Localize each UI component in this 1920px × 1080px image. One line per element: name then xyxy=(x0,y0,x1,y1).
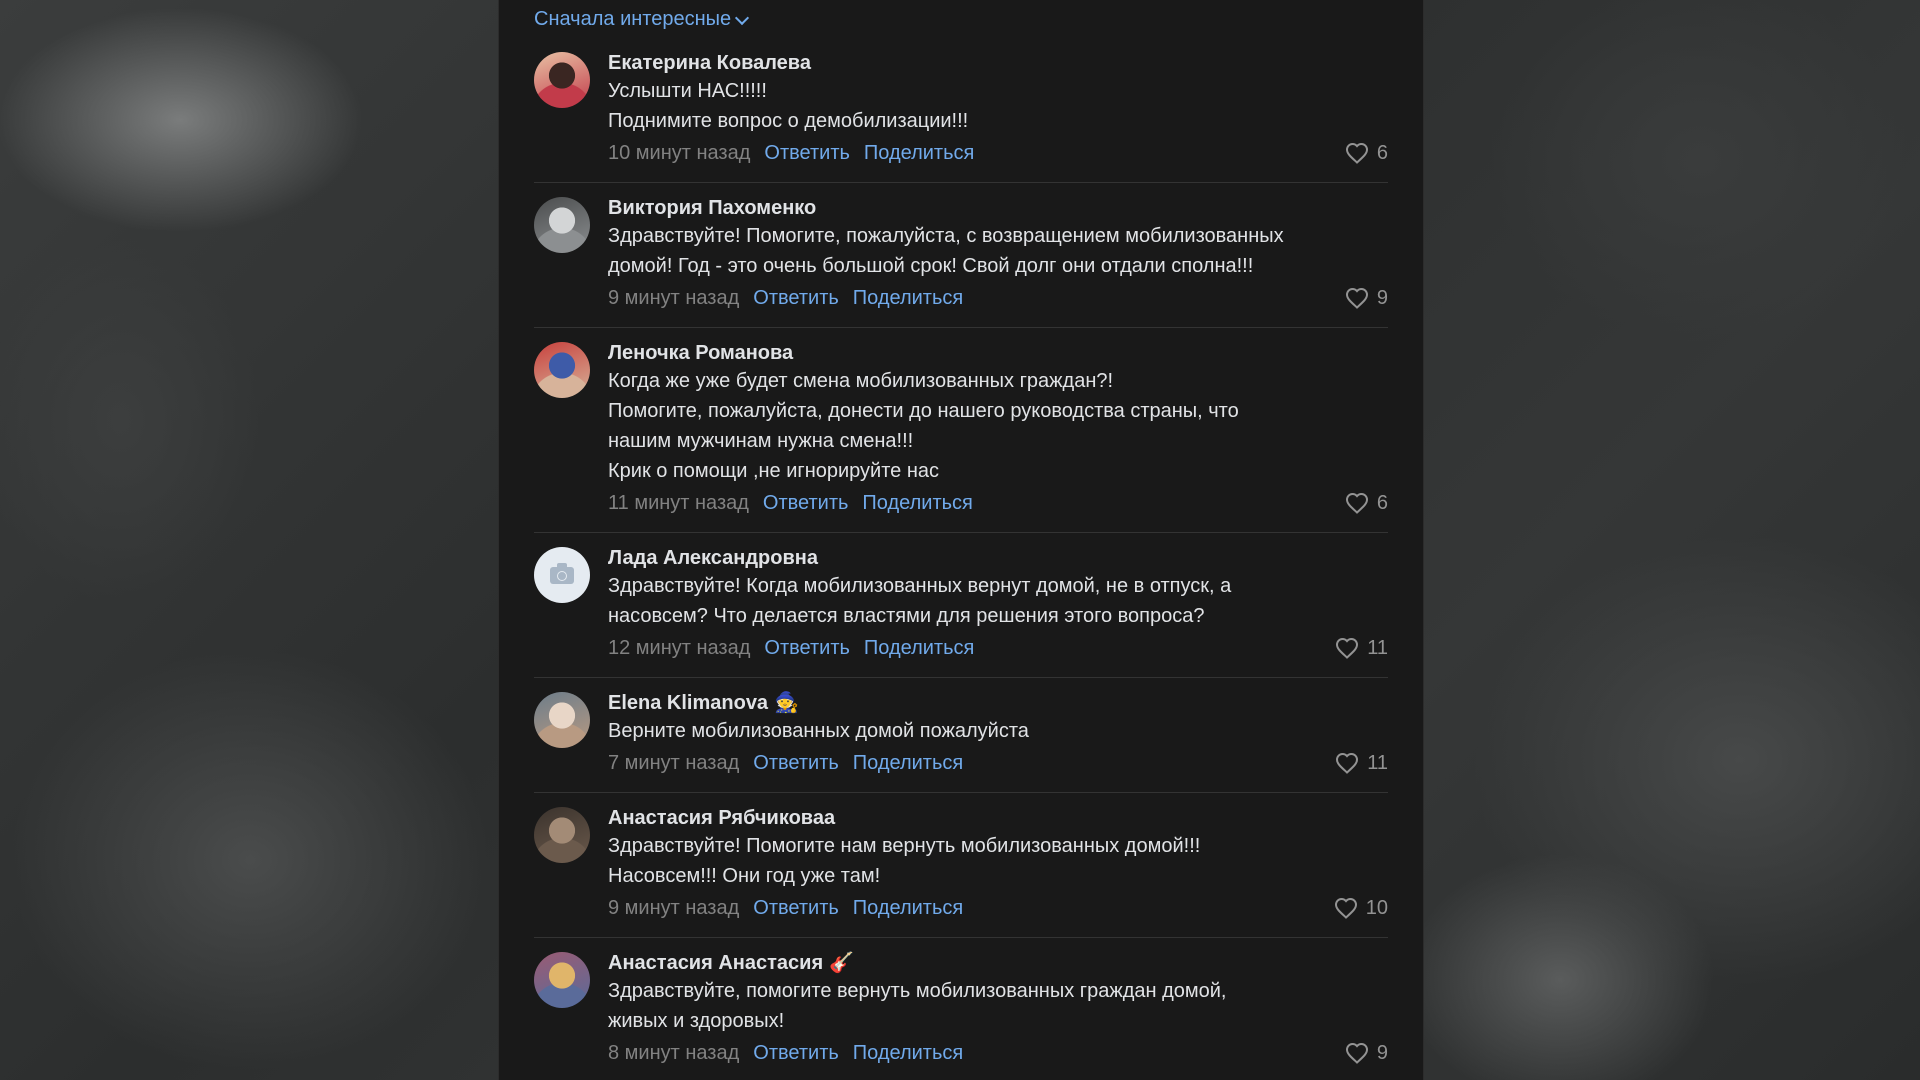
comment-text: Когда же уже будет смена мобилизованных … xyxy=(608,370,1239,482)
heart-icon xyxy=(1336,637,1359,659)
author-name[interactable]: Виктория Пахоменко xyxy=(608,195,816,221)
sort-dropdown[interactable]: Сначала интересные xyxy=(534,8,750,31)
avatar[interactable] xyxy=(534,197,590,253)
like-count: 6 xyxy=(1376,142,1388,164)
reply-link[interactable]: Ответить xyxy=(753,748,839,778)
author-name[interactable]: Анастасия Рябчиковаа xyxy=(608,805,835,831)
comment-item: Анастасия Рябчиковаа Здравствуйте! Помог… xyxy=(534,805,1388,938)
comment-text: Верните мобилизованных домой пожалуйста xyxy=(608,720,1029,742)
comment-meta: 7 минут назад Ответить Поделиться 11 xyxy=(608,748,1388,778)
comment-body: Анастасия Рябчиковаа Здравствуйте! Помог… xyxy=(608,805,1388,923)
comment-item: Лада Александровна Здравствуйте! Когда м… xyxy=(534,545,1388,678)
like-count: 10 xyxy=(1365,897,1388,919)
comment-time[interactable]: 7 минут назад xyxy=(608,748,739,778)
heart-icon xyxy=(1334,897,1357,919)
like-button[interactable]: 9 xyxy=(1345,1038,1388,1068)
sort-label: Сначала интересные xyxy=(534,8,732,30)
chevron-down-icon xyxy=(735,10,750,25)
reply-link[interactable]: Ответить xyxy=(764,138,850,168)
comment-item: Екатерина Ковалева Услышти НАС!!!!! Подн… xyxy=(534,50,1388,183)
share-link[interactable]: Поделиться xyxy=(864,138,974,168)
comment-body: Лада Александровна Здравствуйте! Когда м… xyxy=(608,545,1388,663)
avatar[interactable] xyxy=(534,547,590,603)
comment-meta: 11 минут назад Ответить Поделиться 6 xyxy=(608,488,1388,518)
reply-link[interactable]: Ответить xyxy=(753,893,839,923)
comment-item: Леночка Романова Когда же уже будет смен… xyxy=(534,340,1388,533)
author-row: Анастасия Рябчиковаа xyxy=(608,805,1388,831)
share-link[interactable]: Поделиться xyxy=(853,1038,963,1068)
comment-time[interactable]: 12 минут назад xyxy=(608,633,750,663)
comment-text: Здравствуйте! Помогите нам вернуть мобил… xyxy=(608,835,1201,887)
comment-time[interactable]: 9 минут назад xyxy=(608,893,739,923)
author-emoji-icon: 🧙 xyxy=(774,692,799,714)
comment-text: Здравствуйте! Когда мобилизованных верну… xyxy=(608,575,1232,627)
share-link[interactable]: Поделиться xyxy=(853,748,963,778)
reply-link[interactable]: Ответить xyxy=(763,488,849,518)
comment-body: Леночка Романова Когда же уже будет смен… xyxy=(608,340,1388,518)
comment-item: Elena Klimanova 🧙 Верните мобилизованных… xyxy=(534,690,1388,793)
author-name[interactable]: Elena Klimanova xyxy=(608,690,768,716)
comment-meta: 9 минут назад Ответить Поделиться 9 xyxy=(608,283,1388,313)
comment-meta: 10 минут назад Ответить Поделиться 6 xyxy=(608,138,1388,168)
author-row: Виктория Пахоменко xyxy=(608,195,1388,221)
author-row: Elena Klimanova 🧙 xyxy=(608,690,1388,716)
like-button[interactable]: 10 xyxy=(1334,893,1388,923)
heart-icon xyxy=(1345,492,1368,514)
comment-body: Анастасия Анастасия 🎸 Здравствуйте, помо… xyxy=(608,950,1388,1068)
comment-text: Услышти НАС!!!!! Поднимите вопрос о демо… xyxy=(608,80,969,132)
comment-time[interactable]: 9 минут назад xyxy=(608,283,739,313)
like-button[interactable]: 11 xyxy=(1335,748,1388,778)
like-count: 9 xyxy=(1376,287,1388,309)
avatar[interactable] xyxy=(534,807,590,863)
camera-icon xyxy=(550,562,574,584)
like-button[interactable]: 6 xyxy=(1345,488,1388,518)
author-row: Лада Александровна xyxy=(608,545,1388,571)
comment-meta: 12 минут назад Ответить Поделиться 11 xyxy=(608,633,1388,663)
author-emoji-icon: 🎸 xyxy=(829,952,855,974)
reply-link[interactable]: Ответить xyxy=(753,1038,839,1068)
author-name[interactable]: Екатерина Ковалева xyxy=(608,50,811,76)
author-row: Анастасия Анастасия 🎸 xyxy=(608,950,1388,976)
author-name[interactable]: Лада Александровна xyxy=(608,545,818,571)
like-count: 6 xyxy=(1376,492,1388,514)
comment-text: Здравствуйте! Помогите, пожалуйста, с во… xyxy=(608,225,1284,277)
reply-link[interactable]: Ответить xyxy=(764,633,850,663)
share-link[interactable]: Поделиться xyxy=(853,283,963,313)
comment-time[interactable]: 8 минут назад xyxy=(608,1038,739,1068)
comment-time[interactable]: 10 минут назад xyxy=(608,138,750,168)
avatar[interactable] xyxy=(534,952,590,1008)
share-link[interactable]: Поделиться xyxy=(862,488,972,518)
comment-list: Екатерина Ковалева Услышти НАС!!!!! Подн… xyxy=(534,50,1388,1080)
like-button[interactable]: 6 xyxy=(1345,138,1388,168)
share-link[interactable]: Поделиться xyxy=(853,893,963,923)
share-link[interactable]: Поделиться xyxy=(864,633,974,663)
avatar[interactable] xyxy=(534,342,590,398)
avatar[interactable] xyxy=(534,52,590,108)
comment-item: Виктория Пахоменко Здравствуйте! Помогит… xyxy=(534,195,1388,328)
like-button[interactable]: 11 xyxy=(1335,633,1388,663)
heart-icon xyxy=(1345,142,1368,164)
comment-meta: 9 минут назад Ответить Поделиться 10 xyxy=(608,893,1388,923)
reply-link[interactable]: Ответить xyxy=(753,283,839,313)
author-row: Леночка Романова xyxy=(608,340,1388,366)
avatar[interactable] xyxy=(534,692,590,748)
comment-item: Анастасия Анастасия 🎸 Здравствуйте, помо… xyxy=(534,950,1388,1080)
heart-icon xyxy=(1345,287,1368,309)
heart-icon xyxy=(1345,1042,1368,1064)
like-button[interactable]: 9 xyxy=(1345,283,1388,313)
author-name[interactable]: Анастасия Анастасия xyxy=(608,950,823,976)
comment-text: Здравствуйте, помогите вернуть мобилизов… xyxy=(608,980,1227,1032)
author-name[interactable]: Леночка Романова xyxy=(608,340,793,366)
comment-time[interactable]: 11 минут назад xyxy=(608,488,749,518)
author-row: Екатерина Ковалева xyxy=(608,50,1388,76)
heart-icon xyxy=(1336,752,1359,774)
comment-body: Elena Klimanova 🧙 Верните мобилизованных… xyxy=(608,690,1388,778)
comment-body: Виктория Пахоменко Здравствуйте! Помогит… xyxy=(608,195,1388,313)
comment-meta: 8 минут назад Ответить Поделиться 9 xyxy=(608,1038,1388,1068)
comments-panel: Сначала интересные Екатерина Ковалева Ус… xyxy=(498,0,1424,1080)
like-count: 11 xyxy=(1367,752,1388,774)
like-count: 11 xyxy=(1367,637,1388,659)
comment-body: Екатерина Ковалева Услышти НАС!!!!! Подн… xyxy=(608,50,1388,168)
like-count: 9 xyxy=(1376,1042,1388,1064)
